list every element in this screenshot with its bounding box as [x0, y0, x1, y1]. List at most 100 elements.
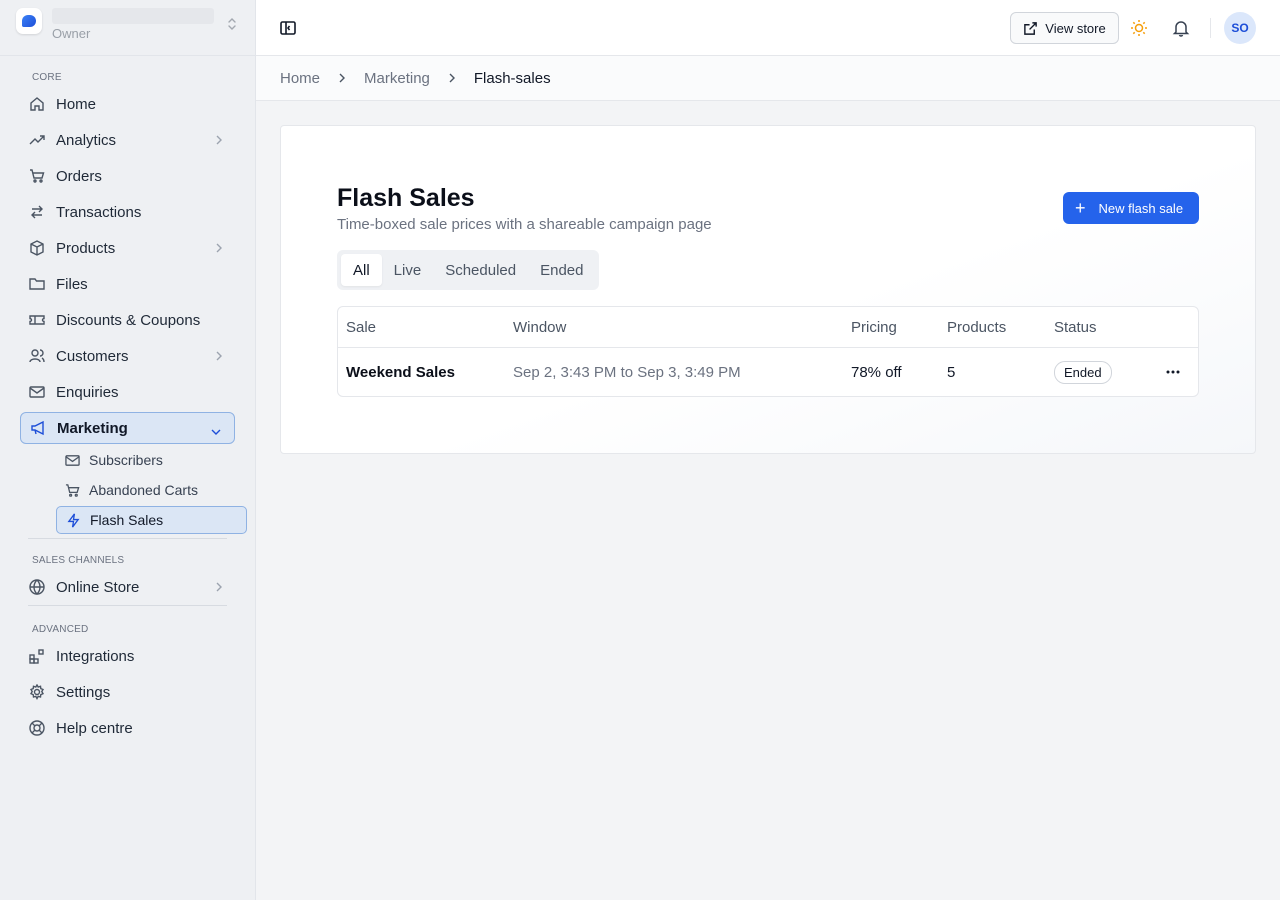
top-bar: View store SO — [256, 0, 1280, 56]
chevron-right-icon — [338, 72, 346, 84]
cart-icon — [28, 167, 46, 185]
sidebar-item-products[interactable]: Products — [20, 232, 235, 264]
sidebar-item-label: Help centre — [56, 719, 133, 737]
section-label-advanced: ADVANCED — [32, 624, 89, 635]
sale-pricing: 78% off — [851, 363, 902, 381]
sidebar-item-label: Customers — [56, 347, 129, 365]
store-logo — [16, 7, 42, 34]
folder-icon — [28, 275, 46, 293]
sidebar-item-label: Home — [56, 95, 97, 113]
store-switcher[interactable]: Owner — [0, 0, 255, 56]
sidebar-item-transactions[interactable]: Transactions — [20, 196, 235, 228]
arrows-left-right-icon — [28, 203, 46, 221]
chevron-up-down-icon — [227, 16, 237, 33]
chevron-right-icon — [448, 72, 456, 84]
sidebar-item-help-centre[interactable]: Help centre — [20, 712, 235, 744]
breadcrumb-home[interactable]: Home — [280, 70, 320, 87]
sidebar-item-label: Transactions — [56, 203, 142, 221]
avatar[interactable]: SO — [1224, 12, 1256, 44]
column-header-pricing: Pricing — [851, 318, 897, 336]
store-role: Owner — [52, 26, 91, 41]
sidebar-item-label: Settings — [56, 683, 111, 701]
column-header-products: Products — [947, 318, 1007, 336]
sidebar-divider — [28, 538, 227, 539]
sidebar-subitem-label: Flash Sales — [90, 512, 164, 528]
column-header-window: Window — [513, 318, 567, 336]
tab-live[interactable]: Live — [382, 254, 434, 286]
sidebar-item-customers[interactable]: Customers — [20, 340, 235, 372]
store-name-placeholder — [52, 8, 214, 24]
sale-name: Weekend Sales — [346, 363, 455, 381]
section-label-sales-channels: SALES CHANNELS — [32, 555, 125, 566]
sidebar-item-label: Analytics — [56, 131, 117, 149]
status-badge: Ended — [1054, 360, 1112, 384]
home-icon — [28, 95, 46, 113]
sidebar-subitem-label: Abandoned Carts — [89, 482, 198, 498]
sidebar-toggle-icon[interactable] — [278, 18, 298, 38]
sale-products: 5 — [947, 363, 956, 381]
tab-scheduled[interactable]: Scheduled — [433, 254, 528, 286]
chevron-right-icon — [215, 349, 223, 366]
new-flash-sale-label: New flash sale — [1098, 200, 1184, 216]
column-header-status: Status — [1054, 318, 1097, 336]
chevron-right-icon — [215, 580, 223, 597]
sidebar-item-label: Online Store — [56, 578, 140, 596]
breadcrumb-current: Flash-sales — [473, 69, 551, 87]
page-subtitle: Time-boxed sale prices with a shareable … — [337, 216, 712, 233]
sidebar-divider — [28, 605, 227, 606]
sidebar-subitem-flash-sales[interactable]: Flash Sales — [56, 506, 247, 534]
mail-icon — [28, 383, 46, 401]
sidebar-item-label: Discounts & Coupons — [56, 311, 201, 329]
breadcrumb: Home Marketing Flash-sales — [256, 56, 1280, 101]
table-row[interactable]: Weekend Sales Sep 2, 3:43 PM to Sep 3, 3… — [338, 348, 1198, 396]
new-flash-sale-button[interactable]: + New flash sale — [1063, 192, 1199, 224]
sidebar-item-label: Marketing — [57, 419, 128, 437]
sidebar-item-orders[interactable]: Orders — [20, 160, 235, 192]
breadcrumb-marketing[interactable]: Marketing — [364, 70, 430, 87]
sidebar-item-online-store[interactable]: Online Store — [20, 571, 235, 603]
trending-up-icon — [28, 131, 46, 149]
cart-icon — [64, 482, 80, 498]
page-title: Flash Sales — [337, 184, 475, 212]
flash-sales-table: Sale Window Pricing Products Status Week… — [337, 306, 1199, 397]
sidebar-item-analytics[interactable]: Analytics — [20, 124, 235, 156]
bell-icon[interactable] — [1172, 19, 1190, 37]
mail-icon — [64, 452, 80, 468]
flash-sales-card: Flash Sales Time-boxed sale prices with … — [280, 125, 1256, 454]
topbar-divider — [1210, 18, 1211, 38]
tab-all[interactable]: All — [341, 254, 382, 286]
sidebar-item-enquiries[interactable]: Enquiries — [20, 376, 235, 408]
sidebar-item-label: Enquiries — [56, 383, 119, 401]
sidebar-subitem-abandoned-carts[interactable]: Abandoned Carts — [56, 476, 247, 504]
table-header: Sale Window Pricing Products Status — [338, 307, 1198, 348]
ticket-icon — [28, 311, 46, 329]
globe-icon — [28, 578, 46, 596]
sidebar-item-label: Files — [56, 275, 88, 293]
sale-window: Sep 2, 3:43 PM to Sep 3, 3:49 PM — [513, 363, 741, 381]
chevron-right-icon — [215, 133, 223, 150]
row-actions-icon[interactable] — [1166, 348, 1180, 396]
status-cell: Ended — [1054, 348, 1112, 396]
sun-icon[interactable] — [1130, 19, 1148, 37]
view-store-button[interactable]: View store — [1010, 12, 1119, 44]
external-link-icon — [1023, 21, 1038, 36]
chevron-down-icon — [210, 423, 222, 440]
sidebar-item-settings[interactable]: Settings — [20, 676, 235, 708]
status-tabs: All Live Scheduled Ended — [337, 250, 599, 290]
sidebar-item-discounts[interactable]: Discounts & Coupons — [20, 304, 235, 336]
sidebar-item-label: Orders — [56, 167, 102, 185]
sidebar-item-integrations[interactable]: Integrations — [20, 640, 235, 672]
sidebar-item-home[interactable]: Home — [20, 88, 235, 120]
sidebar-item-label: Products — [56, 239, 116, 257]
box-icon — [28, 239, 46, 257]
sidebar-item-marketing[interactable]: Marketing — [20, 412, 235, 444]
lightning-icon — [65, 512, 81, 528]
sidebar-item-files[interactable]: Files — [20, 268, 235, 300]
lifebuoy-icon — [28, 719, 46, 737]
megaphone-icon — [29, 419, 47, 437]
sidebar-item-label: Integrations — [56, 647, 135, 665]
tab-ended[interactable]: Ended — [528, 254, 595, 286]
view-store-label: View store — [1045, 20, 1106, 36]
sidebar-subitem-subscribers[interactable]: Subscribers — [56, 446, 247, 474]
sidebar: Owner CORE Home Analytics Orders Transac… — [0, 0, 256, 900]
